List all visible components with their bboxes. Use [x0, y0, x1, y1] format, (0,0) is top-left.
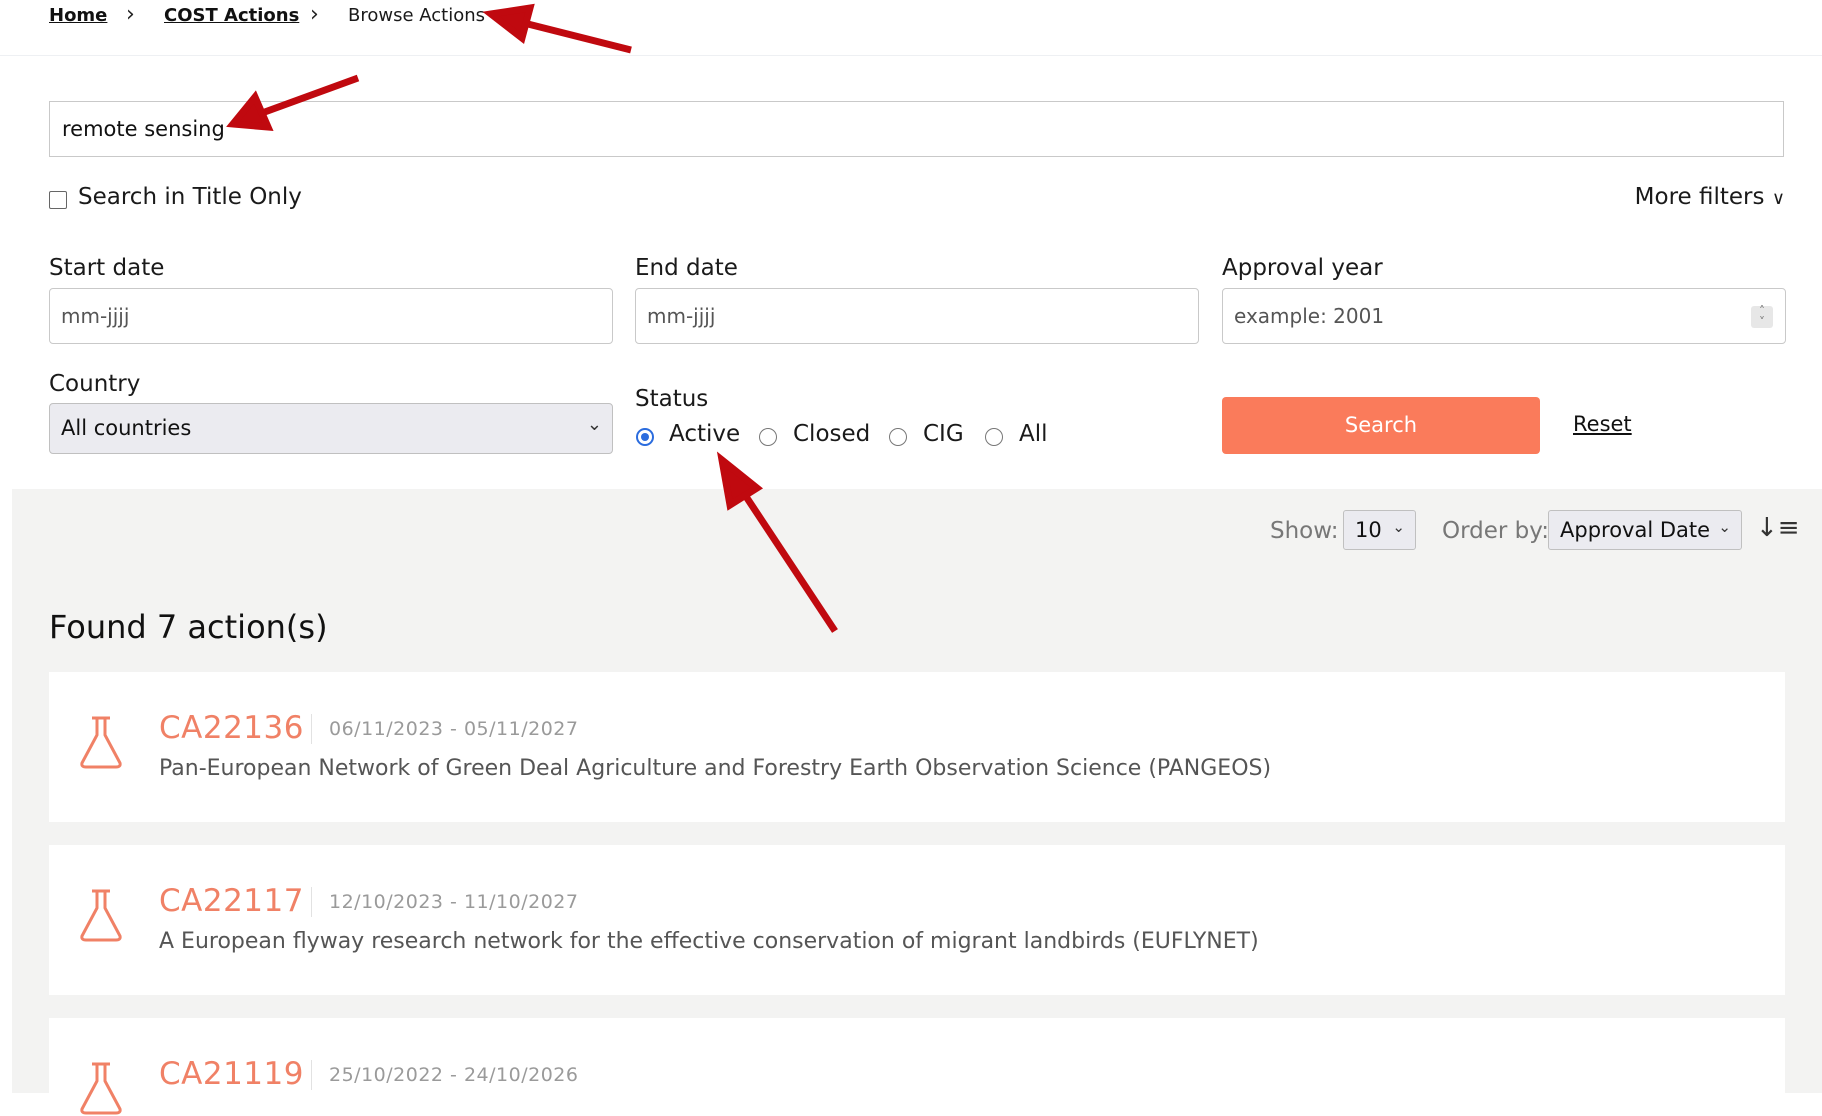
- status-label: Status: [635, 386, 709, 412]
- chevron-down-icon: ⌄: [586, 414, 602, 435]
- status-label-cig: CIG: [923, 421, 964, 447]
- flask-icon: [80, 716, 122, 769]
- action-dates: 12/10/2023 - 11/10/2027: [329, 891, 579, 913]
- chevron-down-icon: ⌄: [1718, 518, 1731, 536]
- flask-icon: [80, 889, 122, 942]
- page-size-select[interactable]: 10 ⌄: [1343, 510, 1416, 550]
- chevron-right-icon: ›: [310, 2, 319, 27]
- status-radio-cig[interactable]: [889, 428, 907, 446]
- action-code[interactable]: CA22136: [159, 710, 304, 746]
- breadcrumb-cost-actions-link[interactable]: COST Actions: [164, 5, 299, 26]
- country-select-value: All countries: [61, 416, 192, 440]
- action-code[interactable]: CA21119: [159, 1056, 304, 1092]
- more-filters-label: More filters: [1634, 184, 1765, 210]
- breadcrumb-home-link[interactable]: Home: [49, 5, 107, 26]
- card-divider: [311, 887, 312, 917]
- order-by-select[interactable]: Approval Date ⌄: [1548, 510, 1742, 550]
- result-card[interactable]: CA21119 25/10/2022 - 24/10/2026: [49, 1018, 1785, 1115]
- search-input[interactable]: remote sensing: [49, 101, 1784, 157]
- status-label-active: Active: [669, 421, 741, 447]
- reset-link[interactable]: Reset: [1573, 412, 1632, 436]
- end-date-label: End date: [635, 255, 738, 281]
- status-radio-active[interactable]: [636, 428, 654, 446]
- flask-icon: [80, 1062, 122, 1115]
- action-code[interactable]: CA22117: [159, 883, 304, 919]
- status-radio-closed[interactable]: [759, 428, 777, 446]
- show-label: Show:: [1270, 518, 1339, 544]
- approval-year-input[interactable]: example: 2001 ˄ ˅: [1222, 288, 1786, 344]
- approval-year-placeholder: example: 2001: [1234, 304, 1385, 328]
- more-filters-toggle[interactable]: More filters ∨: [1635, 184, 1785, 210]
- result-card[interactable]: CA22136 06/11/2023 - 05/11/2027 Pan-Euro…: [49, 672, 1785, 822]
- number-spinner-icon[interactable]: ˄ ˅: [1751, 305, 1773, 328]
- status-label-closed: Closed: [793, 421, 871, 447]
- title-only-checkbox[interactable]: [49, 191, 67, 209]
- result-card[interactable]: CA22117 12/10/2023 - 11/10/2027 A Europe…: [49, 845, 1785, 995]
- search-button[interactable]: Search: [1222, 397, 1540, 454]
- breadcrumb-current: Browse Actions: [348, 5, 486, 26]
- chevron-down-icon: ∨: [1771, 188, 1785, 209]
- action-dates: 06/11/2023 - 05/11/2027: [329, 718, 579, 740]
- results-count: Found 7 action(s): [49, 608, 328, 646]
- action-title[interactable]: Pan-European Network of Green Deal Agric…: [159, 756, 1271, 781]
- order-by-value: Approval Date: [1560, 518, 1711, 542]
- country-label: Country: [49, 371, 141, 397]
- breadcrumb: Home › COST Actions › Browse Actions: [0, 0, 1822, 40]
- card-divider: [311, 714, 312, 744]
- sort-direction-icon[interactable]: ↓≡: [1756, 513, 1800, 543]
- header-divider: [0, 55, 1822, 56]
- status-radio-all[interactable]: [985, 428, 1003, 446]
- end-date-input[interactable]: mm-jjjj: [635, 288, 1199, 344]
- order-by-label: Order by:: [1442, 518, 1549, 544]
- start-date-label: Start date: [49, 255, 165, 281]
- page-size-value: 10: [1355, 518, 1382, 542]
- chevron-down-icon: ⌄: [1392, 518, 1405, 536]
- action-dates: 25/10/2022 - 24/10/2026: [329, 1064, 579, 1086]
- card-divider: [311, 1060, 312, 1090]
- action-title[interactable]: A European flyway research network for t…: [159, 929, 1259, 954]
- country-select[interactable]: All countries ⌄: [49, 403, 613, 454]
- chevron-right-icon: ›: [126, 2, 135, 27]
- approval-year-label: Approval year: [1222, 255, 1383, 281]
- status-label-all: All: [1019, 421, 1048, 447]
- title-only-label: Search in Title Only: [78, 184, 302, 210]
- start-date-input[interactable]: mm-jjjj: [49, 288, 613, 344]
